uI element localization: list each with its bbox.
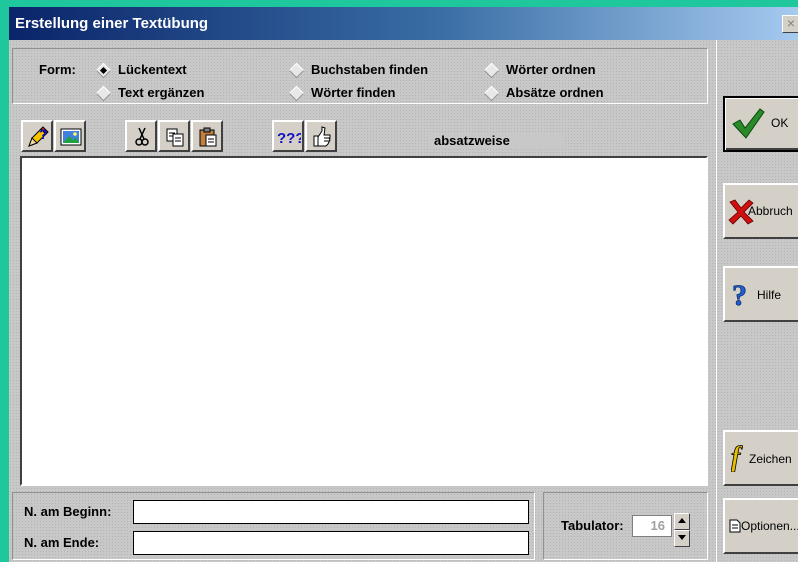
window-title: Erstellung einer Textübung bbox=[15, 15, 209, 32]
title-bar[interactable]: Erstellung einer Textübung × bbox=[9, 7, 798, 40]
document-icon bbox=[729, 519, 741, 533]
svg-text:???: ??? bbox=[277, 130, 301, 147]
question-marks-icon: ??? bbox=[277, 130, 301, 147]
mode-indicator: absatzweise bbox=[429, 132, 563, 149]
cancel-label: Abbruch bbox=[748, 204, 793, 218]
radio-label: Lückentext bbox=[118, 62, 187, 77]
close-button[interactable]: × bbox=[782, 15, 798, 33]
cancel-button[interactable]: Abbruch bbox=[723, 183, 798, 239]
exercise-dialog-window: Erstellung einer Textübung × Form: Lücke… bbox=[9, 7, 798, 562]
main-area: Form: Lückentext Buchstaben finden Wörte… bbox=[9, 40, 716, 562]
names-group: N. am Beginn: N. am Ende: bbox=[12, 492, 535, 560]
tabulator-label: Tabulator: bbox=[561, 518, 624, 533]
text-editor[interactable] bbox=[20, 156, 708, 486]
radio-indicator bbox=[95, 62, 112, 79]
paste-button[interactable] bbox=[191, 120, 223, 152]
tabulator-down-button[interactable] bbox=[674, 530, 690, 547]
help-button[interactable]: ? Hilfe bbox=[723, 266, 798, 322]
ok-label: OK bbox=[771, 116, 789, 130]
radio-indicator bbox=[288, 62, 305, 79]
ok-button[interactable]: OK bbox=[723, 96, 798, 152]
arrow-up-icon bbox=[678, 518, 686, 523]
tabulator-input[interactable]: 16 bbox=[632, 515, 672, 537]
scissors-icon bbox=[135, 127, 149, 146]
radio-label: Absätze ordnen bbox=[506, 85, 604, 100]
cut-button[interactable] bbox=[125, 120, 157, 152]
help-label: Hilfe bbox=[757, 288, 782, 302]
question-mark-icon: ? bbox=[732, 279, 748, 309]
checkmark-icon bbox=[732, 108, 765, 139]
arrow-down-icon bbox=[678, 535, 686, 540]
insert-image-icon bbox=[60, 128, 82, 146]
start-name-label: N. am Beginn: bbox=[24, 504, 112, 519]
form-label: Form: bbox=[39, 62, 76, 77]
copy-icon bbox=[166, 128, 184, 147]
insert-image-button[interactable] bbox=[54, 120, 86, 152]
font-button[interactable]: f Zeichen bbox=[723, 430, 798, 486]
options-label: Optionen... bbox=[741, 519, 798, 533]
paste-icon bbox=[199, 127, 217, 147]
pencil-question-button[interactable]: ? bbox=[21, 120, 53, 152]
radio-label: Text ergänzen bbox=[118, 85, 205, 100]
tabulator-group: Tabulator: 16 bbox=[543, 492, 708, 560]
thumbs-up-button[interactable] bbox=[305, 120, 337, 152]
radio-label: Wörter ordnen bbox=[506, 62, 596, 77]
font-label: Zeichen bbox=[749, 452, 792, 466]
radio-indicator bbox=[483, 85, 500, 102]
question-marks-button[interactable]: ??? bbox=[272, 120, 304, 152]
thumbs-up-icon bbox=[313, 126, 331, 147]
svg-text:f: f bbox=[731, 442, 743, 472]
radio-label: Wörter finden bbox=[311, 85, 396, 100]
form-type-group: Form: Lückentext Buchstaben finden Wörte… bbox=[12, 48, 708, 104]
pencil-question-icon: ? bbox=[28, 126, 49, 147]
button-panel: OK Abbruch ? Hilfe f Zeichen Optionen... bbox=[716, 40, 798, 562]
copy-button[interactable] bbox=[158, 120, 190, 152]
options-button[interactable]: Optionen... bbox=[723, 498, 798, 554]
radio-indicator bbox=[95, 85, 112, 102]
end-name-input[interactable] bbox=[133, 531, 529, 555]
svg-text:?: ? bbox=[732, 279, 747, 309]
tabulator-up-button[interactable] bbox=[674, 513, 690, 530]
end-name-label: N. am Ende: bbox=[24, 535, 100, 550]
svg-text:?: ? bbox=[39, 126, 48, 142]
radio-label: Buchstaben finden bbox=[311, 62, 429, 77]
start-name-input[interactable] bbox=[133, 500, 529, 524]
radio-indicator bbox=[483, 62, 500, 79]
radio-indicator bbox=[288, 85, 305, 102]
